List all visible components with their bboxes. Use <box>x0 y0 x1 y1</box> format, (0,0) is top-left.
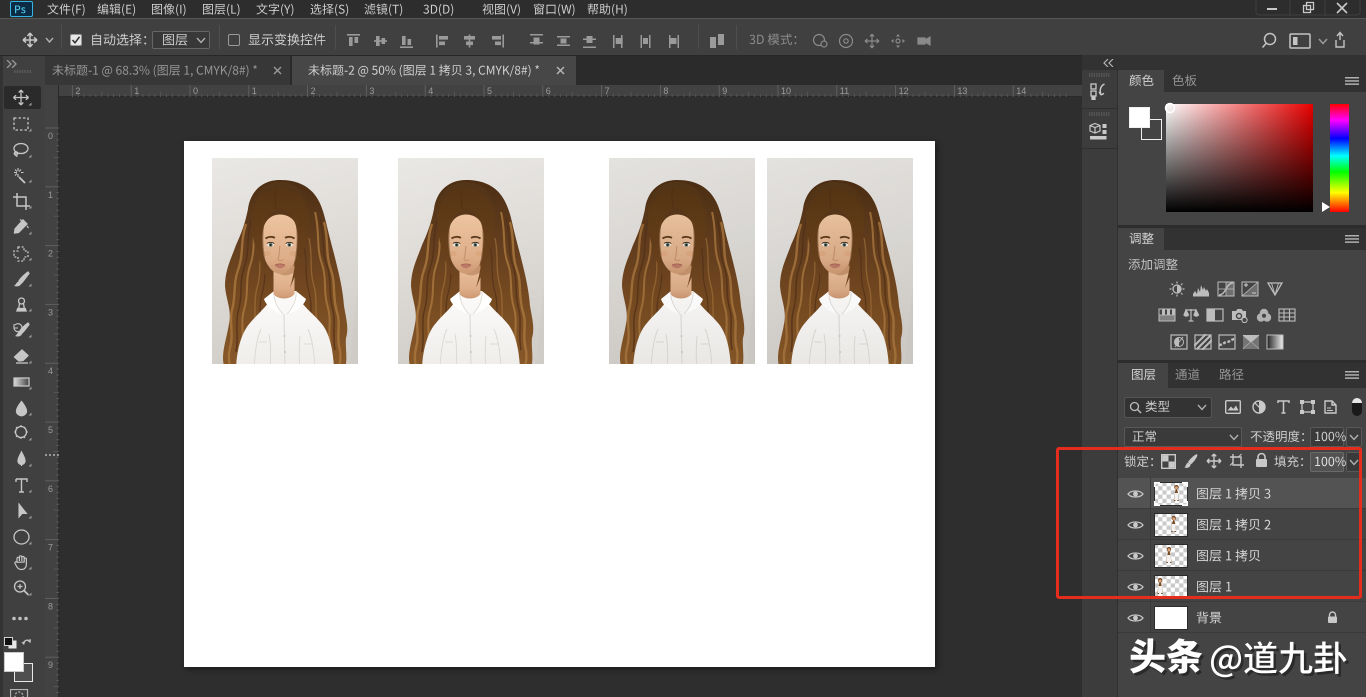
svg-text:1: 1 <box>252 86 257 96</box>
svg-text:1: 1 <box>134 86 139 96</box>
svg-text:0: 0 <box>48 131 53 141</box>
svg-text:10: 10 <box>781 86 791 96</box>
svg-text:0: 0 <box>193 86 198 96</box>
svg-text:2: 2 <box>311 86 316 96</box>
svg-text:14: 14 <box>1016 86 1026 96</box>
svg-text:7: 7 <box>48 543 53 553</box>
svg-text:8: 8 <box>48 601 53 611</box>
svg-text:13: 13 <box>957 86 967 96</box>
svg-text:3: 3 <box>369 86 374 96</box>
svg-text:5: 5 <box>48 425 53 435</box>
svg-text:4: 4 <box>48 366 53 376</box>
svg-text:6: 6 <box>546 86 551 96</box>
svg-text:5: 5 <box>487 86 492 96</box>
svg-text:9: 9 <box>48 660 53 670</box>
svg-text:12: 12 <box>899 86 909 96</box>
svg-text:9: 9 <box>722 86 727 96</box>
svg-text:11: 11 <box>840 86 849 96</box>
svg-text:3: 3 <box>48 307 53 317</box>
svg-text:6: 6 <box>48 484 53 494</box>
svg-text:7: 7 <box>605 86 610 96</box>
svg-text:1: 1 <box>48 190 53 200</box>
svg-text:4: 4 <box>428 86 433 96</box>
svg-text:2: 2 <box>48 249 53 259</box>
svg-text:2: 2 <box>75 86 80 96</box>
svg-text:8: 8 <box>663 86 668 96</box>
